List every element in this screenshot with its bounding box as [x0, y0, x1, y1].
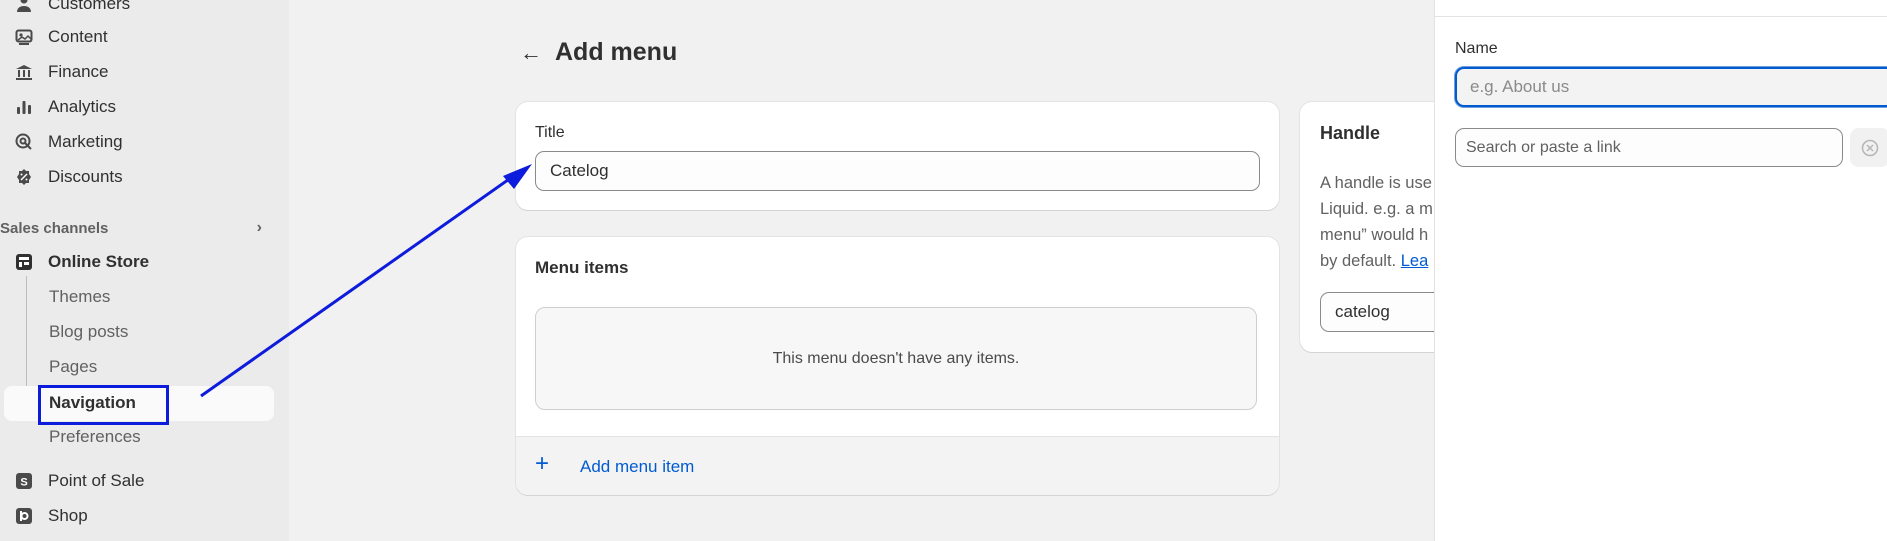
sidebar-item-label: Content [48, 27, 108, 46]
bank-icon [14, 63, 33, 82]
sales-channels-header[interactable]: Sales channels › [0, 217, 270, 239]
chevron-right-icon[interactable]: › [257, 219, 262, 237]
sidebar-item-shop[interactable]: Shop [14, 501, 88, 531]
learn-more-link[interactable]: Lea [1401, 252, 1429, 270]
sidebar-item-label: Online Store [48, 252, 150, 271]
sidebar-item-analytics[interactable]: Analytics [14, 92, 116, 122]
clear-link-button[interactable] [1850, 128, 1887, 167]
handle-desc-line4: by default. [1320, 252, 1401, 270]
panel-divider [1435, 16, 1887, 17]
sidebar-item-preferences[interactable]: Preferences [49, 423, 141, 451]
sidebar-item-label: Discounts [48, 167, 123, 186]
sidebar-item-finance[interactable]: Finance [14, 57, 108, 87]
sidebar-item-label: Marketing [48, 132, 123, 151]
name-label: Name [1455, 40, 1498, 57]
sidebar-item-blog-posts[interactable]: Blog posts [49, 318, 128, 346]
close-circle-icon [1861, 139, 1879, 156]
sidebar-item-themes[interactable]: Themes [49, 283, 110, 311]
sidebar: Customers Content Finance Analytics Mark… [0, 0, 289, 541]
menu-items-card: Menu items This menu doesn't have any it… [516, 237, 1279, 495]
handle-desc-line1: A handle is use [1320, 174, 1432, 192]
add-menu-item-button[interactable]: + Add menu item [516, 436, 1279, 495]
empty-state-text: This menu doesn't have any items. [772, 349, 1020, 367]
sidebar-item-pages[interactable]: Pages [49, 353, 97, 381]
store-icon [14, 253, 33, 272]
target-icon [14, 133, 33, 152]
shop-icon [14, 507, 33, 526]
title-input[interactable]: Catelog [535, 151, 1260, 191]
sidebar-item-label: Customers [48, 0, 131, 13]
pos-icon: S [14, 472, 33, 491]
sidebar-item-label: Analytics [48, 97, 117, 116]
sidebar-item-marketing[interactable]: Marketing [14, 127, 123, 157]
handle-desc-line2: Liquid. e.g. a m [1320, 200, 1433, 218]
empty-state: This menu doesn't have any items. [535, 307, 1257, 410]
person-icon [14, 0, 33, 14]
add-menu-item-panel: Name e.g. About us Search or paste a lin… [1435, 0, 1887, 541]
svg-text:S: S [20, 477, 27, 489]
sidebar-item-online-store[interactable]: Online Store [14, 247, 149, 277]
plus-icon: + [535, 450, 550, 477]
title-card: Title Catelog [516, 102, 1279, 210]
name-input[interactable]: e.g. About us [1455, 67, 1887, 107]
link-search-input[interactable]: Search or paste a link [1455, 128, 1843, 167]
sidebar-item-point-of-sale[interactable]: S Point of Sale [14, 466, 144, 496]
handle-desc-line3: menu” would h [1320, 226, 1429, 244]
image-icon [14, 28, 33, 47]
annotation-highlight-box [38, 385, 169, 425]
sidebar-item-customers[interactable]: Customers [14, 0, 130, 19]
discount-icon [14, 168, 33, 187]
sidebar-item-label: Finance [48, 62, 109, 81]
handle-heading: Handle [1320, 123, 1381, 143]
sidebar-item-label: Shop [48, 506, 88, 525]
arrow-left-icon[interactable]: ← [520, 40, 542, 66]
sidebar-item-label: Point of Sale [48, 471, 145, 490]
menu-items-heading: Menu items [535, 258, 629, 277]
sidebar-item-content[interactable]: Content [14, 22, 108, 52]
bar-chart-icon [14, 98, 33, 117]
title-label: Title [535, 124, 565, 141]
add-menu-item-label: Add menu item [580, 457, 695, 476]
sidebar-item-discounts[interactable]: Discounts [14, 162, 123, 192]
sales-channels-label: Sales channels [0, 219, 109, 237]
page-title: Add menu [555, 38, 678, 66]
tree-line [26, 276, 27, 404]
